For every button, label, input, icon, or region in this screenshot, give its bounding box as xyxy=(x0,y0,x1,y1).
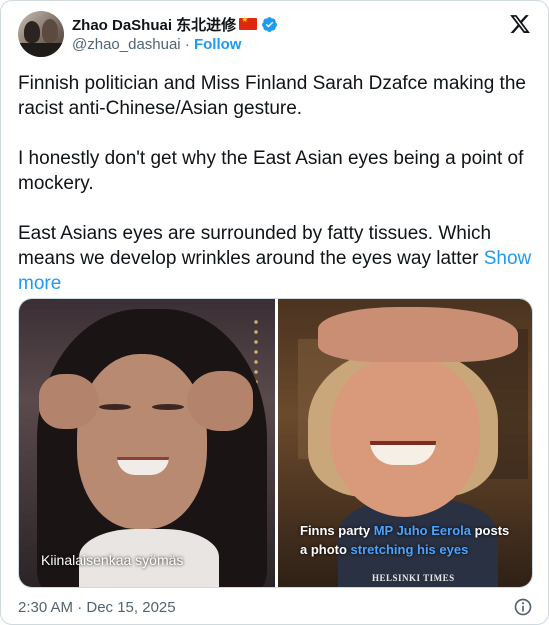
photo-eye-left xyxy=(99,404,131,410)
tweet-footer: 2:30 AM · Dec 15, 2025 xyxy=(18,597,533,619)
handle[interactable]: @zhao_dashuai xyxy=(72,36,181,53)
photo-face xyxy=(77,354,207,529)
avatar-shadow xyxy=(18,43,64,57)
caption-highlight-1: MP Juho Eerola xyxy=(373,523,471,538)
caption-text-2: posts xyxy=(470,523,510,538)
verified-badge-icon xyxy=(262,16,278,32)
caption-highlight-2: stretching his eyes xyxy=(350,542,469,557)
tweet-paragraph-2: I honestly don't get why the East Asian … xyxy=(18,148,524,194)
display-name[interactable]: Zhao DaShuai 东北进修 xyxy=(72,14,236,35)
avatar[interactable] xyxy=(18,11,64,57)
handle-row: @zhao_dashuai · Follow xyxy=(72,36,278,53)
caption-text-1: Finns party xyxy=(300,523,374,538)
photo-hand-left xyxy=(39,374,99,429)
info-icon[interactable] xyxy=(513,597,533,617)
avatar-figure-left xyxy=(24,21,40,43)
media-image-left[interactable]: Kiinalaisenkaa syömäs xyxy=(19,299,275,587)
tweet-header: Zhao DaShuai 东北进修 @zhao_dashuai · Follow xyxy=(18,11,533,57)
photo-hand xyxy=(318,307,518,362)
tweet-paragraph-3-text: East Asians eyes are surrounded by fatty… xyxy=(18,223,492,269)
media-image-right[interactable]: Finns party MP Juho Eerola posts a photo… xyxy=(278,299,532,587)
timestamp[interactable]: 2:30 AM · Dec 15, 2025 xyxy=(18,599,176,616)
right-image-caption: Finns party MP Juho Eerola posts a photo… xyxy=(300,521,509,559)
tweet-paragraph-1: Finnish politician and Miss Finland Sara… xyxy=(18,73,526,119)
tweet-card: Zhao DaShuai 东北进修 @zhao_dashuai · Follow… xyxy=(0,0,549,625)
follow-button[interactable]: Follow xyxy=(194,36,242,53)
caption-text-3: a photo xyxy=(300,542,351,557)
handle-separator: · xyxy=(184,36,190,53)
avatar-figure-right xyxy=(42,19,58,43)
photo-hand-right xyxy=(187,371,253,431)
image-watermark: HELSINKI TIMES xyxy=(372,573,455,583)
photo-eye-right xyxy=(152,404,184,410)
display-name-row: Zhao DaShuai 东北进修 xyxy=(72,14,278,34)
author-names: Zhao DaShuai 东北进修 @zhao_dashuai · Follow xyxy=(72,14,278,53)
china-flag-icon xyxy=(239,15,258,30)
left-image-caption: Kiinalaisenkaa syömäs xyxy=(41,552,184,568)
photo-face xyxy=(330,357,480,517)
tweet-paragraph-3: East Asians eyes are surrounded by fatty… xyxy=(18,221,533,296)
media-grid: Kiinalaisenkaa syömäs Finns party MP Juh… xyxy=(18,298,533,588)
x-logo-icon[interactable] xyxy=(509,13,531,35)
tweet-text: Finnish politician and Miss Finland Sara… xyxy=(18,71,533,296)
